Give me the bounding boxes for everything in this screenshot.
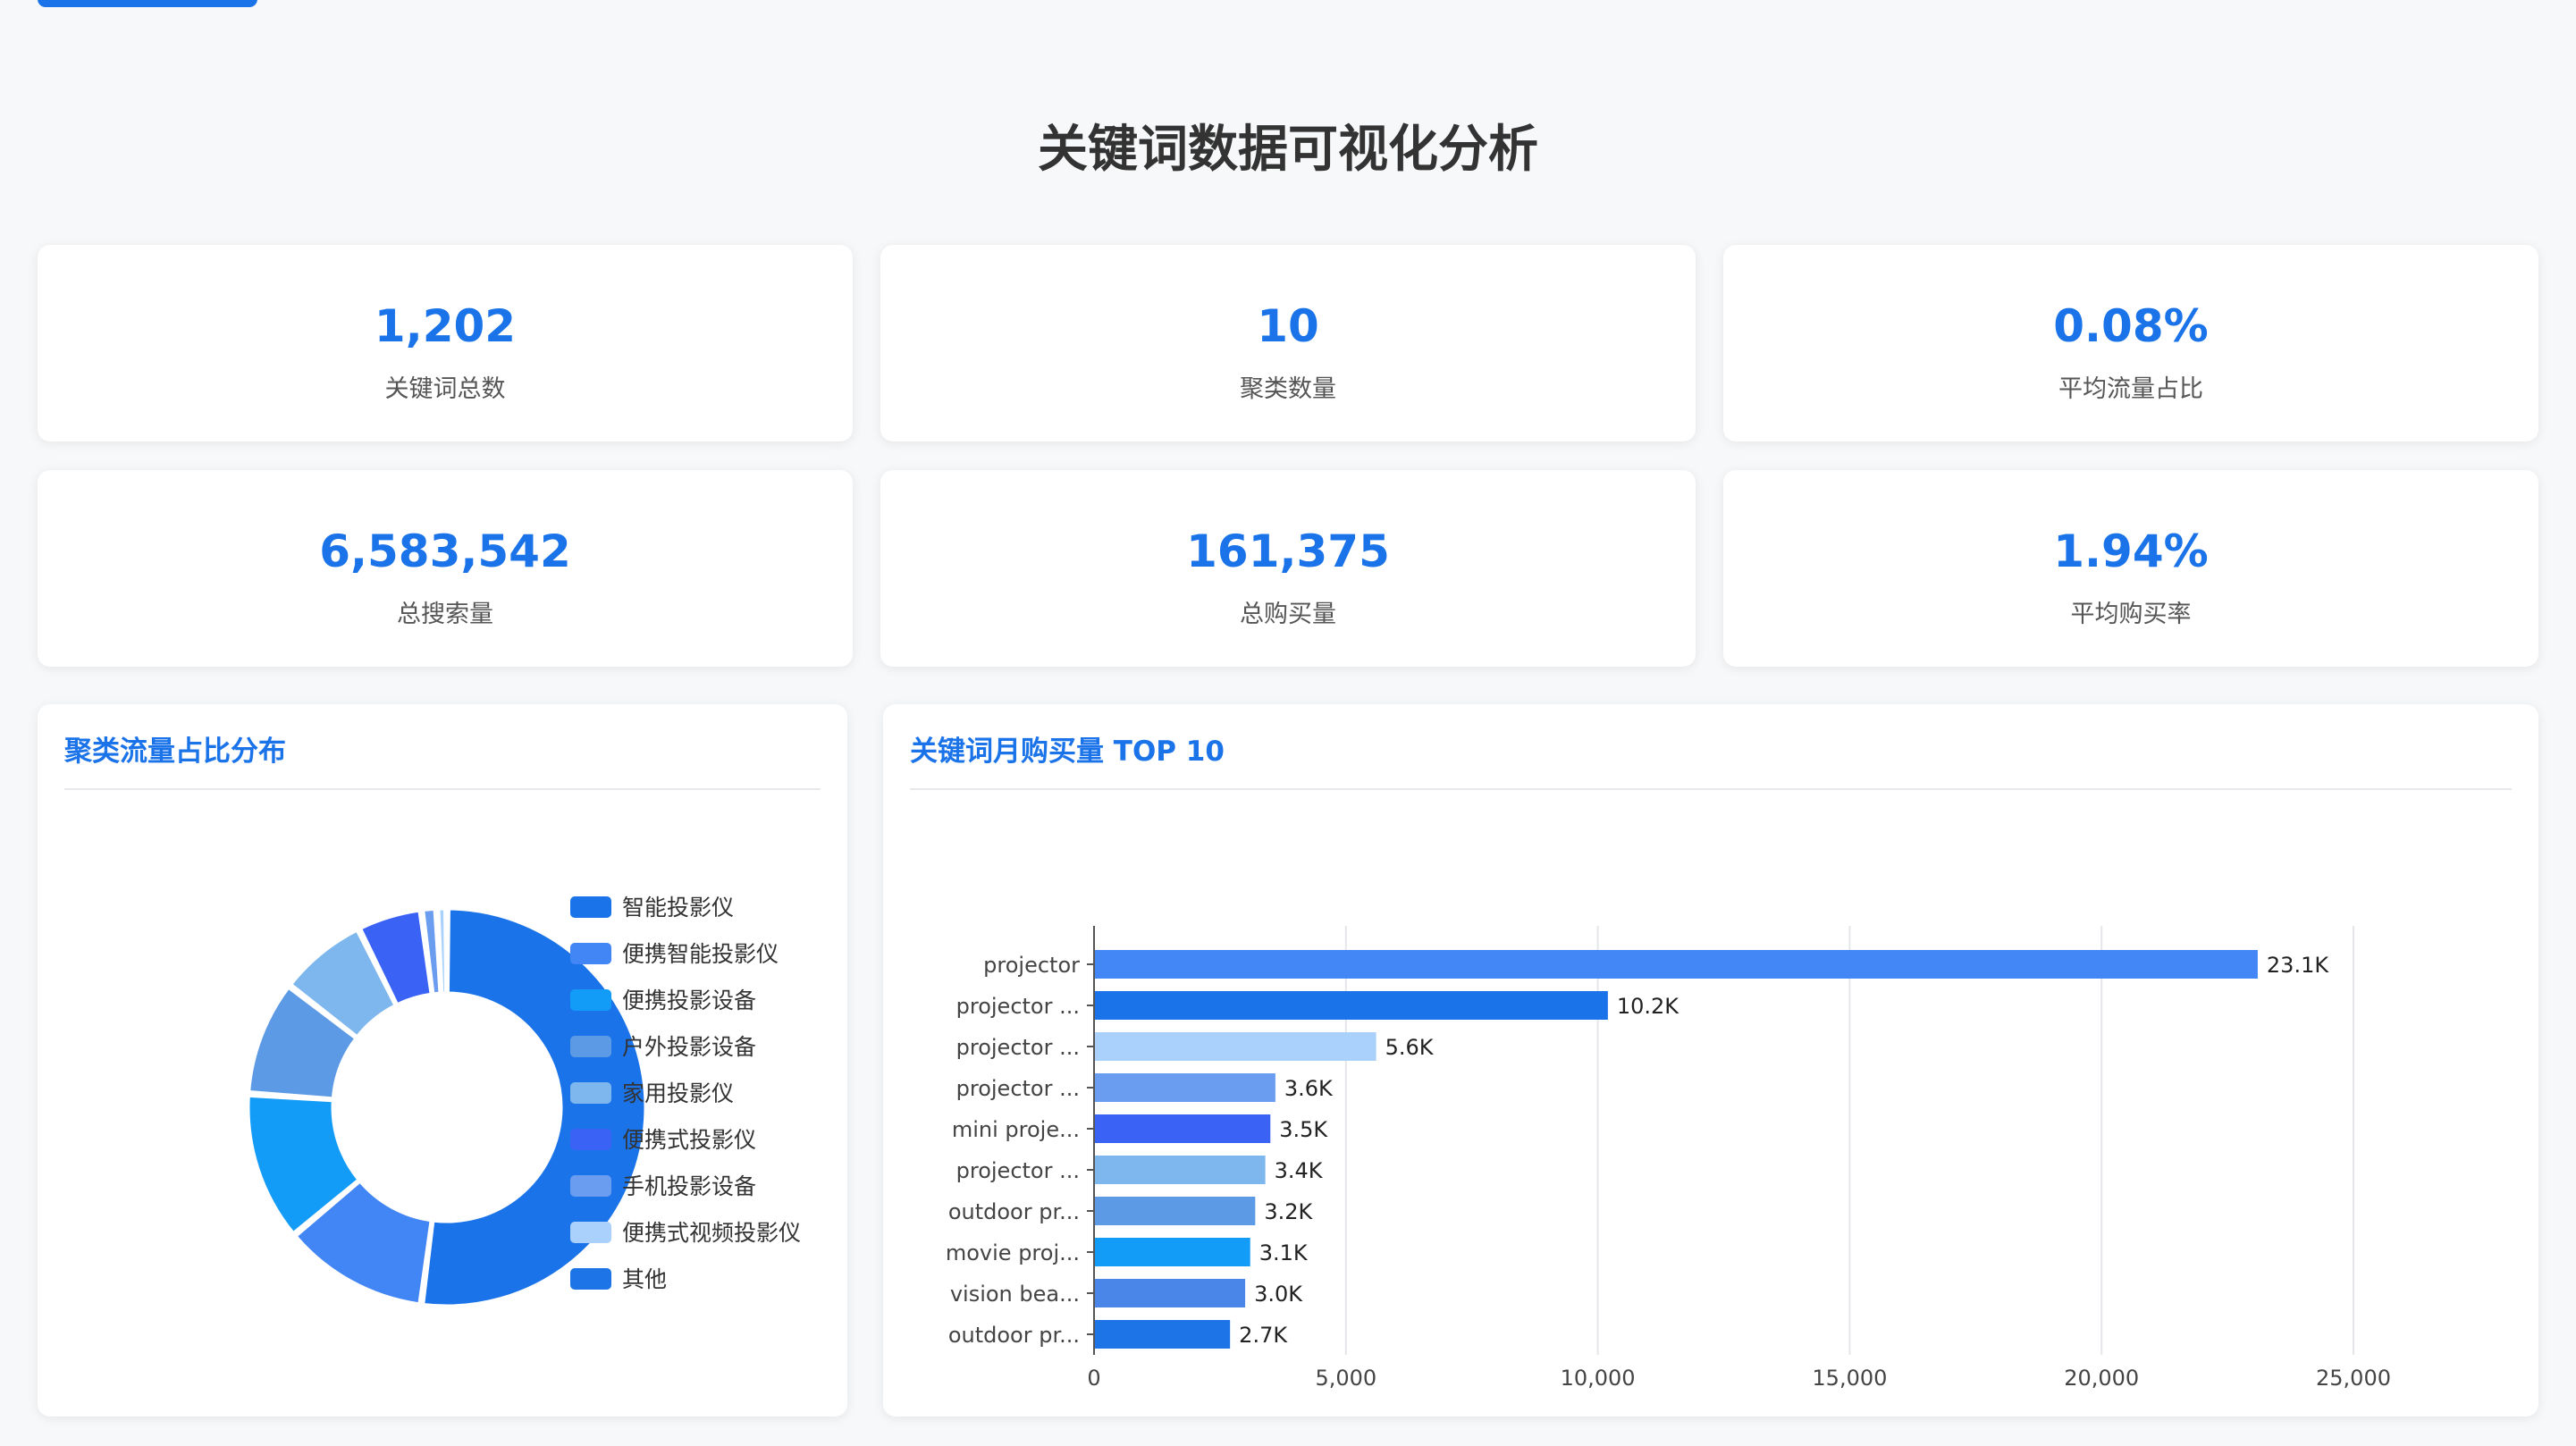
- bar[interactable]: [1095, 1238, 1250, 1266]
- legend-swatch: [570, 1175, 611, 1197]
- pie-chart-panel: 聚类流量占比分布 智能投影仪 便携智能投影仪 便携投影设备 户外投影设备 家用投影仪 便携…: [38, 704, 847, 1417]
- bar[interactable]: [1095, 1156, 1266, 1184]
- bar-value-label: 3.5K: [1279, 1117, 1328, 1142]
- stat-label: 总购买量: [1240, 601, 1336, 628]
- bar[interactable]: [1095, 950, 2258, 979]
- legend-swatch: [570, 1036, 611, 1057]
- stat-label: 总搜索量: [397, 601, 493, 628]
- legend-label: 便携式视频投影仪: [622, 1220, 801, 1246]
- category-label: projector ...: [956, 1076, 1080, 1101]
- stat-card-cluster-count: 10 聚类数量: [880, 245, 1696, 441]
- bar-value-label: 3.2K: [1264, 1199, 1313, 1224]
- legend-label: 家用投影仪: [622, 1080, 734, 1106]
- page-title: 关键词数据可视化分析: [1038, 121, 1538, 179]
- legend-swatch: [570, 1082, 611, 1104]
- pie-chart-svg: 智能投影仪便携智能投影仪便携投影设备户外投影设备家用投影仪便携式投影仪手机投影设…: [247, 895, 801, 1307]
- bar[interactable]: [1095, 1197, 1256, 1225]
- legend-item[interactable]: 便携智能投影仪: [570, 941, 779, 967]
- category-label: projector: [983, 953, 1080, 978]
- category-label: movie proj...: [946, 1240, 1080, 1265]
- stat-label: 关键词总数: [384, 375, 506, 403]
- bar-value-label: 3.1K: [1259, 1240, 1309, 1265]
- category-label: vision bea...: [950, 1282, 1080, 1307]
- legend-item[interactable]: 手机投影设备: [570, 1173, 756, 1199]
- legend-item[interactable]: 家用投影仪: [570, 1080, 734, 1106]
- stat-label: 聚类数量: [1240, 375, 1336, 403]
- x-tick-label: 15,000: [1812, 1366, 1887, 1391]
- category-label: projector ...: [956, 1158, 1080, 1183]
- bar[interactable]: [1095, 1073, 1275, 1102]
- bar[interactable]: [1095, 1114, 1271, 1143]
- x-tick-label: 0: [1087, 1366, 1100, 1391]
- stat-value: 1,202: [374, 300, 517, 352]
- legend-label: 智能投影仪: [622, 895, 734, 921]
- bar-value-label: 2.7K: [1239, 1323, 1288, 1348]
- category-label: outdoor pr...: [948, 1323, 1080, 1348]
- legend-swatch: [570, 896, 611, 918]
- stat-card-keyword-total: 1,202 关键词总数: [38, 245, 853, 441]
- legend-label: 便携投影设备: [622, 988, 756, 1013]
- x-tick-label: 25,000: [2316, 1366, 2391, 1391]
- legend-label: 便携智能投影仪: [622, 941, 779, 967]
- legend-swatch: [570, 1129, 611, 1150]
- stat-value: 6,583,542: [319, 525, 571, 577]
- stat-label: 平均购买率: [2070, 601, 2192, 628]
- category-label: projector ...: [956, 994, 1080, 1019]
- legend-label: 其他: [622, 1266, 667, 1292]
- legend-item[interactable]: 智能投影仪: [570, 895, 734, 921]
- legend-swatch: [570, 989, 611, 1011]
- pie-slices: [247, 907, 647, 1307]
- legend-label: 手机投影设备: [622, 1173, 756, 1199]
- stat-value: 10: [1257, 300, 1319, 352]
- bar-value-label: 3.0K: [1254, 1282, 1303, 1307]
- bar-value-label: 5.6K: [1385, 1035, 1435, 1060]
- bar-chart-svg: 0 5,000 10,000 15,000 20,000 25,000 projector 2…: [946, 926, 2391, 1391]
- stat-card-total-purchase: 161,375 总购买量: [880, 470, 1696, 667]
- bar-value-label: 23.1K: [2267, 953, 2329, 978]
- category-label: mini proje...: [952, 1117, 1080, 1142]
- bar-value-label: 3.6K: [1284, 1076, 1334, 1101]
- legend-item[interactable]: 便携式投影仪: [570, 1127, 756, 1153]
- legend-item[interactable]: 便携式视频投影仪: [570, 1220, 801, 1246]
- legend-swatch: [570, 1222, 611, 1243]
- stat-value: 0.08%: [2053, 300, 2209, 352]
- x-tick-label: 10,000: [1561, 1366, 1636, 1391]
- legend-label: 便携式投影仪: [622, 1127, 756, 1153]
- stat-value: 1.94%: [2053, 525, 2209, 577]
- stat-card-avg-traffic-share: 0.08% 平均流量占比: [1723, 245, 2538, 441]
- stat-card-avg-purchase-rate: 1.94% 平均购买率: [1723, 470, 2538, 667]
- stat-card-total-search: 6,583,542 总搜索量: [38, 470, 853, 667]
- pie-slice[interactable]: [422, 907, 647, 1307]
- category-label: outdoor pr...: [948, 1199, 1080, 1224]
- bar-value-label: 10.2K: [1617, 994, 1679, 1019]
- x-tick-label: 5,000: [1315, 1366, 1376, 1391]
- legend-item[interactable]: 便携投影设备: [570, 988, 756, 1013]
- legend-item[interactable]: 户外投影设备: [570, 1034, 756, 1060]
- legend-label: 户外投影设备: [622, 1034, 756, 1060]
- category-label: projector ...: [956, 1035, 1080, 1060]
- legend-swatch: [570, 1268, 611, 1290]
- bar-chart-panel: 关键词月购买量 TOP 10 0 5,000 10,000 15,000 20,000 2…: [883, 704, 2538, 1417]
- bar-value-label: 3.4K: [1275, 1158, 1324, 1183]
- pie-legend: 智能投影仪便携智能投影仪便携投影设备户外投影设备家用投影仪便携式投影仪手机投影设…: [570, 895, 801, 1292]
- bar[interactable]: [1095, 991, 1608, 1020]
- top-nav-button[interactable]: [38, 0, 257, 7]
- stat-value: 161,375: [1186, 525, 1390, 577]
- legend-swatch: [570, 943, 611, 964]
- bar[interactable]: [1095, 1279, 1246, 1307]
- stat-label: 平均流量占比: [2058, 375, 2203, 403]
- bar[interactable]: [1095, 1032, 1376, 1061]
- bar[interactable]: [1095, 1320, 1231, 1349]
- x-tick-label: 20,000: [2064, 1366, 2139, 1391]
- legend-item[interactable]: 其他: [570, 1266, 667, 1292]
- bars: projector 23.1K projector ... 10.2K projecto…: [946, 950, 2329, 1349]
